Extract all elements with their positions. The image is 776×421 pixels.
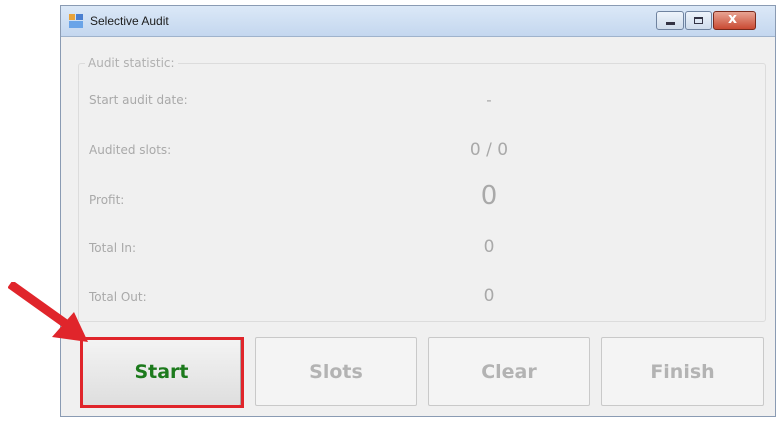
red-arrow-annotation [8,282,88,342]
title-bar[interactable]: Selective Audit x [61,6,775,37]
start-button[interactable]: Start [82,337,241,406]
profit-label: Profit: [89,193,125,207]
clear-button[interactable]: Clear [428,337,590,406]
minimize-button[interactable] [656,11,684,30]
maximize-icon [694,17,703,24]
audited-slots-label: Audited slots: [89,143,172,157]
finish-button[interactable]: Finish [601,337,764,406]
audited-slots-value: 0 / 0 [469,140,509,160]
total-in-value: 0 [483,237,495,257]
close-button[interactable]: x [713,11,756,30]
window-title: Selective Audit [90,14,169,28]
profit-value: 0 [480,181,498,211]
total-out-label: Total Out: [89,290,147,304]
total-out-value: 0 [483,286,495,306]
start-audit-date-value: - [486,91,492,109]
total-in-label: Total In: [89,241,137,255]
minimize-icon [666,22,675,25]
close-icon: x [728,11,738,27]
start-audit-date-label: Start audit date: [89,93,188,107]
slots-button[interactable]: Slots [255,337,417,406]
maximize-button[interactable] [685,11,712,30]
audit-statistic-legend: Audit statistic: [88,56,175,70]
app-window-icon [69,14,83,28]
